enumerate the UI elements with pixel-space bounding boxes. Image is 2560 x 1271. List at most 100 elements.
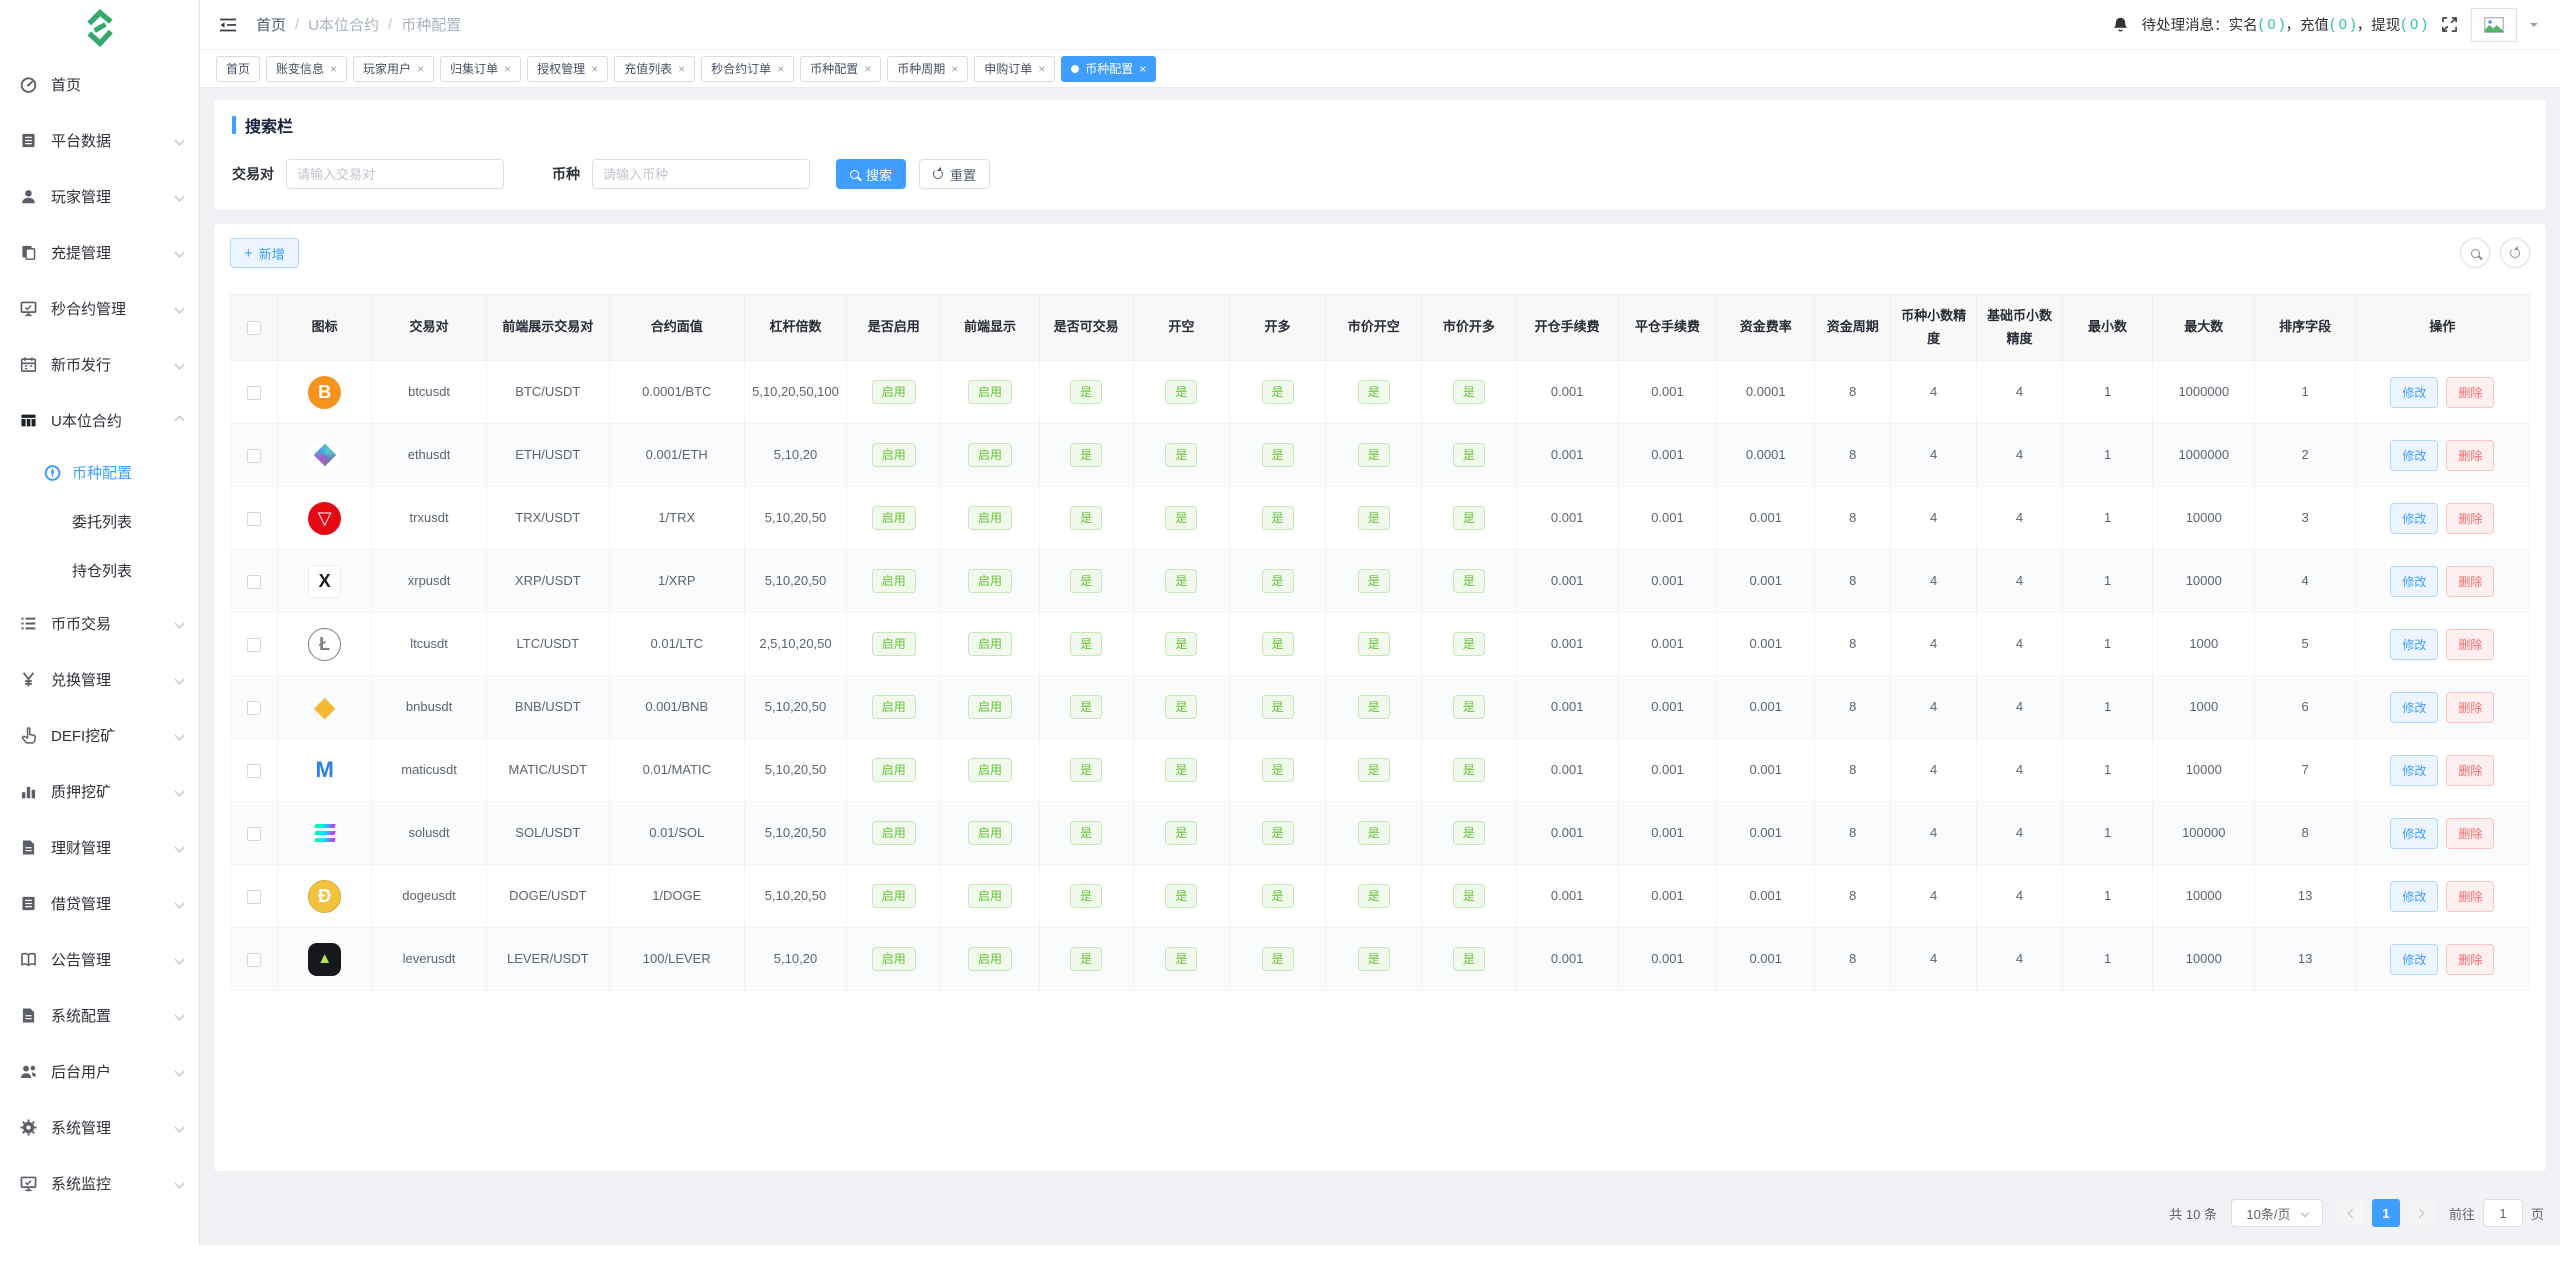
bell-icon[interactable] bbox=[2112, 16, 2129, 33]
tab-auth-manage[interactable]: 授权管理× bbox=[527, 56, 608, 82]
tab-subscribe-order[interactable]: 申购订单× bbox=[974, 56, 1055, 82]
sol-bars bbox=[315, 824, 335, 842]
sol-icon bbox=[308, 817, 341, 850]
delete-button[interactable]: 删除 bbox=[2446, 944, 2494, 975]
sidebar-item-second-contract[interactable]: 秒合约管理 bbox=[0, 280, 199, 336]
edit-button[interactable]: 修改 bbox=[2390, 503, 2438, 534]
row-checkbox[interactable] bbox=[247, 638, 261, 652]
coin_precision-cell: 4 bbox=[1891, 550, 1977, 613]
edit-button[interactable]: 修改 bbox=[2390, 377, 2438, 408]
close-icon[interactable]: × bbox=[504, 63, 511, 75]
sidebar-item-notice-manage[interactable]: 公告管理 bbox=[0, 931, 199, 987]
row-checkbox[interactable] bbox=[247, 386, 261, 400]
tab-recharge-list[interactable]: 充值列表× bbox=[614, 56, 695, 82]
edit-button[interactable]: 修改 bbox=[2390, 944, 2438, 975]
search-toggle-button[interactable] bbox=[2460, 238, 2490, 268]
sidebar-item-exchange-manage[interactable]: 兑换管理 bbox=[0, 651, 199, 707]
close-icon[interactable]: × bbox=[951, 63, 958, 75]
coin-input[interactable] bbox=[592, 159, 810, 189]
sidebar-item-platform-data[interactable]: 平台数据 bbox=[0, 112, 199, 168]
sidebar-subitem-entrust-list[interactable]: 委托列表 bbox=[0, 497, 199, 546]
row-checkbox[interactable] bbox=[247, 890, 261, 904]
prev-page-button[interactable] bbox=[2337, 1199, 2365, 1227]
tab-collect-order[interactable]: 归集订单× bbox=[440, 56, 521, 82]
row-checkbox[interactable] bbox=[247, 575, 261, 589]
logo[interactable] bbox=[0, 4, 199, 56]
delete-button[interactable]: 删除 bbox=[2446, 440, 2494, 471]
close-icon[interactable]: × bbox=[777, 63, 784, 75]
reset-button[interactable]: 重置 bbox=[919, 159, 990, 189]
delete-button[interactable]: 删除 bbox=[2446, 377, 2494, 408]
edit-button[interactable]: 修改 bbox=[2390, 566, 2438, 597]
sidebar-item-defi-mining[interactable]: DEFI挖矿 bbox=[0, 707, 199, 763]
delete-button[interactable]: 删除 bbox=[2446, 692, 2494, 723]
avatar[interactable] bbox=[2471, 8, 2517, 42]
sidebar-item-home[interactable]: 首页 bbox=[0, 56, 199, 112]
sidebar-item-loan-manage[interactable]: 借贷管理 bbox=[0, 875, 199, 931]
sidebar-item-usdt-contract[interactable]: U本位合约 bbox=[0, 392, 199, 448]
edit-button[interactable]: 修改 bbox=[2390, 692, 2438, 723]
row-checkbox[interactable] bbox=[247, 827, 261, 841]
edit-button[interactable]: 修改 bbox=[2390, 755, 2438, 786]
status-badge: 是 bbox=[1262, 380, 1294, 404]
pair-input[interactable] bbox=[286, 159, 504, 189]
delete-button[interactable]: 删除 bbox=[2446, 881, 2494, 912]
tab-coin-config[interactable]: 币种配置× bbox=[800, 56, 881, 82]
sidebar-item-label: 平台数据 bbox=[51, 130, 111, 151]
breadcrumb-item[interactable]: U本位合约 bbox=[308, 14, 379, 35]
edit-button[interactable]: 修改 bbox=[2390, 629, 2438, 660]
column-header: 开多 bbox=[1229, 295, 1325, 361]
fullscreen-icon[interactable] bbox=[2441, 16, 2458, 33]
sidebar-item-wealth-manage[interactable]: 理财管理 bbox=[0, 819, 199, 875]
menu-fold-icon[interactable] bbox=[218, 15, 238, 35]
close-icon[interactable]: × bbox=[864, 63, 871, 75]
sidebar-item-coin-trade[interactable]: 币币交易 bbox=[0, 595, 199, 651]
sidebar-subitem-position-list[interactable]: 持仓列表 bbox=[0, 546, 199, 595]
close-icon[interactable]: × bbox=[591, 63, 598, 75]
search-button[interactable]: 搜索 bbox=[836, 159, 906, 189]
delete-button[interactable]: 删除 bbox=[2446, 503, 2494, 534]
close-icon[interactable]: × bbox=[1139, 63, 1146, 75]
sidebar-subitem-coin-config[interactable]: 币种配置 bbox=[0, 448, 199, 497]
tab-account-change[interactable]: 账变信息× bbox=[266, 56, 347, 82]
chevron-down-icon[interactable] bbox=[2530, 23, 2538, 31]
close-icon[interactable]: × bbox=[417, 63, 424, 75]
sidebar-item-system-config[interactable]: 系统配置 bbox=[0, 987, 199, 1043]
tab-player-user[interactable]: 玩家用户× bbox=[353, 56, 434, 82]
edit-button[interactable]: 修改 bbox=[2390, 881, 2438, 912]
sidebar-item-new-coin-issue[interactable]: 新币发行 bbox=[0, 336, 199, 392]
sidebar-item-system-manage[interactable]: 系统管理 bbox=[0, 1099, 199, 1155]
row-checkbox[interactable] bbox=[247, 701, 261, 715]
delete-button[interactable]: 删除 bbox=[2446, 755, 2494, 786]
delete-button[interactable]: 删除 bbox=[2446, 566, 2494, 597]
sidebar-item-pledge-mining[interactable]: 质押挖矿 bbox=[0, 763, 199, 819]
sidebar-item-system-monitor[interactable]: 系统监控 bbox=[0, 1155, 199, 1211]
sidebar-item-player-manage[interactable]: 玩家管理 bbox=[0, 168, 199, 224]
delete-button[interactable]: 删除 bbox=[2446, 818, 2494, 849]
tab-second-contract-order[interactable]: 秒合约订单× bbox=[701, 56, 794, 82]
row-checkbox[interactable] bbox=[247, 764, 261, 778]
edit-button[interactable]: 修改 bbox=[2390, 440, 2438, 471]
close-icon[interactable]: × bbox=[330, 63, 337, 75]
row-checkbox[interactable] bbox=[247, 449, 261, 463]
next-page-button[interactable] bbox=[2407, 1199, 2435, 1227]
add-button[interactable]: + 新增 bbox=[230, 238, 299, 268]
row-checkbox[interactable] bbox=[247, 512, 261, 526]
goto-page-input[interactable] bbox=[2483, 1199, 2523, 1227]
sidebar-item-admin-users[interactable]: 后台用户 bbox=[0, 1043, 199, 1099]
breadcrumb-item[interactable]: 币种配置 bbox=[401, 14, 461, 35]
sidebar-item-deposit-withdraw[interactable]: 充提管理 bbox=[0, 224, 199, 280]
edit-button[interactable]: 修改 bbox=[2390, 818, 2438, 849]
row-checkbox[interactable] bbox=[247, 953, 261, 967]
close-icon[interactable]: × bbox=[678, 63, 685, 75]
close-icon[interactable]: × bbox=[1038, 63, 1045, 75]
page-number-1[interactable]: 1 bbox=[2372, 1199, 2400, 1227]
select-all-checkbox[interactable] bbox=[247, 321, 261, 335]
tab-coin-period[interactable]: 币种周期× bbox=[887, 56, 968, 82]
tab-home[interactable]: 首页 bbox=[216, 56, 260, 82]
actions-cell: 修改删除 bbox=[2355, 361, 2529, 424]
tab-coin-config-active[interactable]: 币种配置× bbox=[1061, 56, 1156, 82]
delete-button[interactable]: 删除 bbox=[2446, 629, 2494, 660]
refresh-table-button[interactable] bbox=[2500, 238, 2530, 268]
page-size-select[interactable]: 10条/页 bbox=[2231, 1199, 2323, 1227]
